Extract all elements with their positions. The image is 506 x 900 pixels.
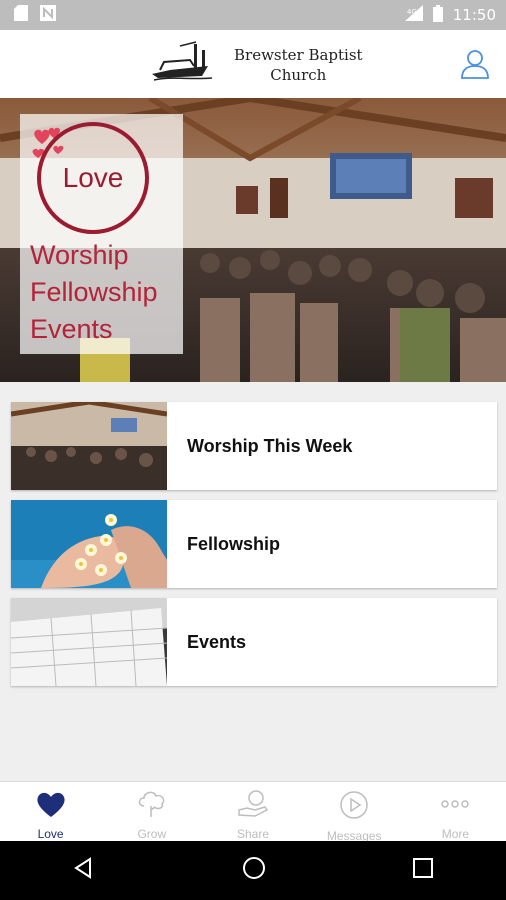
list-item-events[interactable]: Events [11, 598, 497, 686]
list-item-label: Worship This Week [187, 435, 353, 456]
tab-label: Share [236, 827, 270, 841]
list-item-worship[interactable]: Worship This Week [11, 402, 497, 490]
tab-share[interactable]: Share [202, 782, 303, 842]
back-button[interactable] [72, 856, 96, 885]
more-icon [439, 790, 471, 823]
love-circle-text: Love [62, 162, 124, 193]
hero-line-fellowship: Fellowship [30, 277, 158, 307]
fellowship-thumbnail [11, 500, 167, 588]
signal-icon: 4G [404, 5, 423, 25]
play-icon [339, 790, 369, 825]
hero-banner[interactable]: Love Worship Fellowship Events [0, 98, 506, 382]
n-notification-icon [40, 4, 56, 26]
list-item-fellowship[interactable]: Fellowship [11, 500, 497, 588]
hero-line-worship: Worship [30, 240, 129, 270]
system-nav-bar [0, 841, 506, 900]
events-thumbnail [11, 598, 167, 686]
ship-logo-icon [150, 40, 214, 89]
svg-text:4G: 4G [407, 8, 417, 16]
user-icon [460, 50, 490, 84]
heart-icon [36, 790, 66, 823]
church-name: Brewster Baptist Church [234, 45, 363, 85]
battery-icon [432, 4, 443, 26]
tab-label: Love [37, 827, 64, 841]
profile-button[interactable] [460, 48, 490, 80]
tab-more[interactable]: More [405, 782, 506, 842]
status-time: 11:50 [452, 6, 496, 24]
church-name-line1: Brewster Baptist [234, 45, 363, 64]
tab-label: Grow [137, 827, 167, 841]
app-header: Brewster Baptist Church [0, 30, 506, 99]
home-button[interactable] [241, 855, 267, 886]
tab-label: More [441, 827, 470, 841]
status-bar: 4G 11:50 [0, 0, 506, 30]
tab-messages[interactable]: Messages [304, 782, 405, 843]
tab-grow[interactable]: Grow [101, 782, 202, 842]
list-item-label: Fellowship [187, 533, 281, 554]
list-item-label: Events [187, 631, 247, 652]
tab-love[interactable]: Love [0, 782, 101, 842]
share-hand-icon [237, 790, 269, 823]
church-name-line2: Church [270, 65, 327, 84]
section-list: Worship This Week Fellowship Events [11, 402, 497, 696]
tree-icon [136, 790, 168, 823]
love-circle: Love [37, 122, 149, 234]
recents-button[interactable] [412, 857, 434, 884]
hero-overlay: Love Worship Fellowship Events [20, 114, 183, 354]
church-logo[interactable]: Brewster Baptist Church [150, 40, 363, 89]
bottom-tab-bar: Love Grow Share Messages More [0, 781, 506, 843]
sd-card-icon [14, 4, 28, 26]
worship-thumbnail [11, 402, 167, 490]
hero-line-events: Events [30, 314, 113, 344]
